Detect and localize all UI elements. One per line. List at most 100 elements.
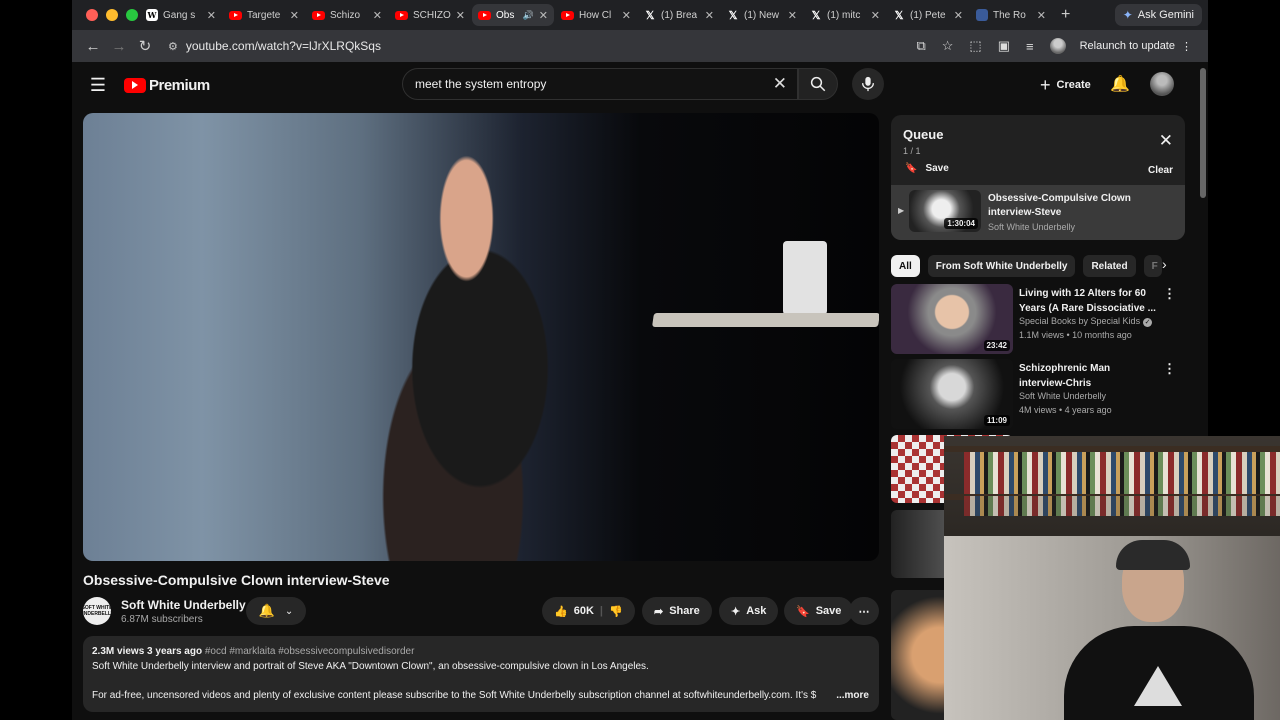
new-tab-icon[interactable]: + [1061, 6, 1070, 24]
scrollbar-thumb[interactable] [1200, 68, 1206, 198]
chevron-right-icon[interactable]: › [1162, 256, 1167, 272]
browser-tab[interactable]: How Cl ✕ [555, 4, 637, 26]
close-tab-icon[interactable]: ✕ [871, 9, 880, 22]
bookmark-star-icon[interactable]: ☆ [942, 38, 954, 54]
duration-badge: 23:42 [983, 340, 1010, 351]
tab-title: (1) Brea [661, 9, 698, 21]
browser-tab[interactable]: 𝕏 (1) New ✕ [721, 4, 803, 26]
channel-avatar[interactable]: SOFT WHITE UNDERBELLY [80, 597, 114, 625]
reading-mode-icon[interactable]: ▣ [998, 38, 1010, 54]
back-icon[interactable]: ← [80, 38, 106, 55]
video-frame-subject [345, 133, 615, 561]
ask-label: Ask [746, 605, 767, 617]
queue-item-channel: Soft White Underbelly [988, 222, 1076, 232]
notifications-bell-icon[interactable]: 🔔 [1110, 74, 1130, 94]
bell-icon: 🔔 [258, 603, 275, 618]
recommendation-item[interactable]: 23:42 Living with 12 Alters for 60 Years… [891, 284, 1191, 354]
more-vert-icon[interactable]: ⋮ [1163, 286, 1176, 302]
close-tab-icon[interactable]: ✕ [207, 9, 216, 22]
subscription-bell-button[interactable]: 🔔 ⌄ [246, 597, 306, 625]
queue-clear-button[interactable]: Clear [1148, 165, 1173, 176]
close-tab-icon[interactable]: ✕ [954, 9, 963, 22]
subscriber-count: 6.87M subscribers [121, 613, 203, 625]
toolbar-icons: ⧉ ☆ ⬚ ▣ ≡ [916, 38, 1071, 54]
browser-tab-active[interactable]: Obs 🔊 ✕ [472, 4, 554, 26]
create-button[interactable]: + Create [1030, 71, 1101, 99]
close-tab-icon[interactable]: ✕ [373, 9, 382, 22]
queue-save-button[interactable]: 🔖 Save [905, 163, 949, 174]
relaunch-label: Relaunch to update [1079, 40, 1175, 52]
chip-from-channel[interactable]: From Soft White Underbelly [927, 255, 1076, 277]
more-actions-button[interactable]: ⋯ [849, 597, 879, 625]
browser-tab[interactable]: W Gang s ✕ [140, 4, 222, 26]
chip-related[interactable]: Related [1083, 255, 1136, 277]
youtube-icon [229, 10, 242, 20]
extensions-icon[interactable]: ⬚ [969, 38, 981, 54]
youtube-logo[interactable]: Premium [124, 77, 210, 94]
browser-tab[interactable]: Targete ✕ [223, 4, 305, 26]
install-app-icon[interactable]: ⧉ [916, 38, 925, 54]
browser-tab[interactable]: SCHIZO ✕ [389, 4, 471, 26]
bookmark-icon: 🔖 [796, 605, 810, 618]
ask-button[interactable]: ✦ Ask [719, 597, 779, 625]
browser-tab[interactable]: Schizo ✕ [306, 4, 388, 26]
browser-tab[interactable]: 𝕏 (1) Pete ✕ [887, 4, 969, 26]
relaunch-button[interactable]: Relaunch to update ⋮ [1072, 36, 1200, 57]
queue-count: 1 / 1 [903, 146, 921, 156]
channel-name[interactable]: Soft White Underbelly [121, 598, 246, 612]
like-button[interactable]: 👍 60K | 👎 [542, 597, 635, 625]
close-window-button[interactable] [86, 9, 98, 21]
profile-icon[interactable] [1049, 38, 1066, 54]
x-icon: 𝕏 [728, 9, 738, 22]
bookshelf-books [964, 452, 1280, 494]
tab-title: Obs [496, 9, 515, 21]
recommendation-title: Schizophrenic Man interview-Chris [1019, 363, 1111, 389]
close-tab-icon[interactable]: ✕ [290, 9, 299, 22]
description-box[interactable]: 2.3M views 3 years ago #ocd #marklaita #… [83, 636, 879, 712]
description-line: For ad-free, uncensored videos and plent… [92, 690, 817, 701]
minimize-window-button[interactable] [106, 9, 118, 21]
tab-title: Targete [247, 9, 281, 21]
thumbs-down-icon[interactable]: 👎 [609, 605, 623, 618]
tab-title: The Ro [993, 9, 1026, 21]
chip-truncated[interactable]: F [1143, 255, 1162, 277]
speaker-icon[interactable]: 🔊 [523, 10, 534, 21]
recommendation-item[interactable]: 11:09 Schizophrenic Man interview-Chris … [891, 359, 1191, 429]
clear-search-icon[interactable]: ✕ [773, 74, 787, 94]
close-tab-icon[interactable]: ✕ [622, 9, 631, 22]
close-tab-icon[interactable]: ✕ [1037, 9, 1046, 22]
recommendation-channel: Special Books by Special Kids ✓ [1019, 316, 1153, 327]
show-more-button[interactable]: ...more [836, 688, 869, 703]
like-count: 60K [573, 605, 594, 617]
close-queue-icon[interactable]: ✕ [1159, 131, 1173, 151]
search-button[interactable] [798, 68, 838, 100]
search-input[interactable]: meet the system entropy ✕ [402, 68, 798, 100]
video-player[interactable] [83, 113, 879, 561]
url-field[interactable]: ⚙ youtube.com/watch?v=lJrXLRQkSqs [164, 34, 916, 58]
save-button[interactable]: 🔖 Save [784, 597, 854, 625]
close-tab-icon[interactable]: ✕ [456, 9, 465, 22]
browser-tab[interactable]: The Ro ✕ [970, 4, 1052, 26]
close-tab-icon[interactable]: ✕ [705, 9, 714, 22]
close-tab-icon[interactable]: ✕ [788, 9, 797, 22]
youtube-icon [478, 10, 491, 20]
browser-tab[interactable]: 𝕏 (1) Brea ✕ [638, 4, 720, 26]
forward-icon[interactable]: → [106, 38, 132, 55]
queue-item[interactable]: ▶ 1:30:04 Obsessive-Compulsive Clown int… [891, 185, 1185, 240]
reload-icon[interactable]: ↻ [132, 37, 158, 55]
media-controls-icon[interactable]: ≡ [1026, 39, 1034, 54]
share-button[interactable]: ➦ Share [642, 597, 712, 625]
video-title: Obsessive-Compulsive Clown interview-Ste… [83, 572, 390, 588]
maximize-window-button[interactable] [126, 9, 138, 21]
hamburger-menu-icon[interactable]: ☰ [72, 75, 124, 96]
duration-badge: 1:30:04 [944, 218, 978, 229]
voice-search-button[interactable] [852, 68, 884, 100]
account-avatar[interactable] [1150, 72, 1174, 96]
site-info-icon[interactable]: ⚙ [168, 40, 178, 53]
chip-all[interactable]: All [891, 255, 920, 277]
hashtags[interactable]: #ocd #marklaita #obsessivecompulsivediso… [205, 646, 415, 657]
browser-tab[interactable]: 𝕏 (1) mitc ✕ [804, 4, 886, 26]
ask-gemini-button[interactable]: ✦ Ask Gemini [1114, 4, 1202, 26]
more-vert-icon[interactable]: ⋮ [1163, 361, 1176, 377]
close-tab-icon[interactable]: ✕ [539, 9, 548, 22]
